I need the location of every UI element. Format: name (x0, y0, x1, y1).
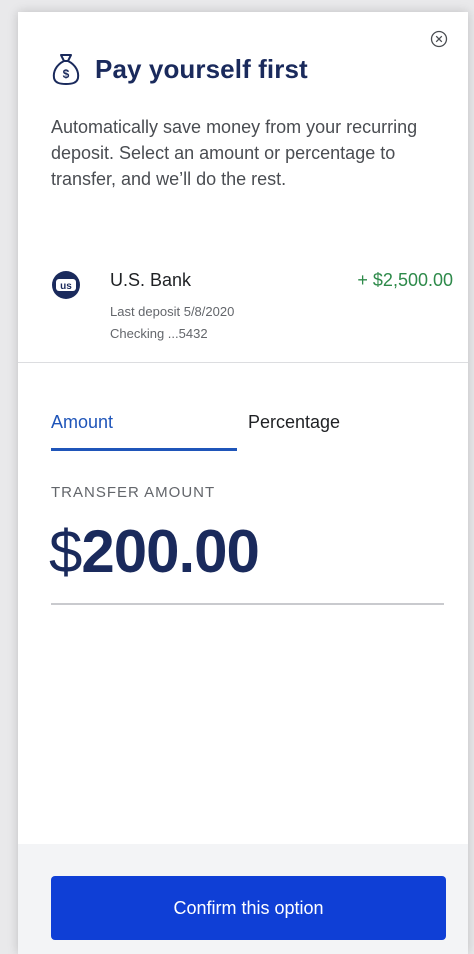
transfer-amount-label: TRANSFER AMOUNT (51, 484, 216, 501)
section-divider (18, 362, 468, 363)
last-deposit-date: Last deposit 5/8/2020 (110, 304, 235, 319)
deposit-amount: + $2,500.00 (357, 270, 453, 290)
close-icon[interactable] (430, 30, 448, 48)
money-bag-icon: $ (52, 54, 80, 85)
page-title: Pay yourself first (95, 53, 308, 84)
us-bank-logo-icon: us (52, 271, 80, 299)
amount-input-underline (51, 603, 444, 605)
active-tab-indicator (51, 448, 237, 451)
description-text: Automatically save money from your recur… (51, 117, 418, 189)
account-number: Checking ...5432 (110, 326, 208, 341)
tab-percentage[interactable]: Percentage (248, 412, 340, 433)
svg-text:$: $ (63, 67, 70, 81)
deposit-account-row: us U.S. Bank + $2,500.00 Last deposit 5/… (51, 268, 453, 348)
transfer-amount-value: 200.00 (81, 518, 260, 585)
amount-type-tabs: Amount Percentage (51, 412, 451, 452)
bank-logo-text: us (60, 281, 72, 292)
transfer-amount-input[interactable]: $200.00 (49, 517, 260, 587)
currency-symbol: $ (49, 518, 82, 585)
pay-yourself-first-modal: $ Pay yourself first Automatically save … (18, 12, 468, 954)
modal-header: $ Pay yourself first (51, 52, 308, 86)
tab-amount[interactable]: Amount (51, 412, 113, 433)
confirm-button[interactable]: Confirm this option (51, 876, 446, 940)
bank-name: U.S. Bank (110, 270, 192, 290)
